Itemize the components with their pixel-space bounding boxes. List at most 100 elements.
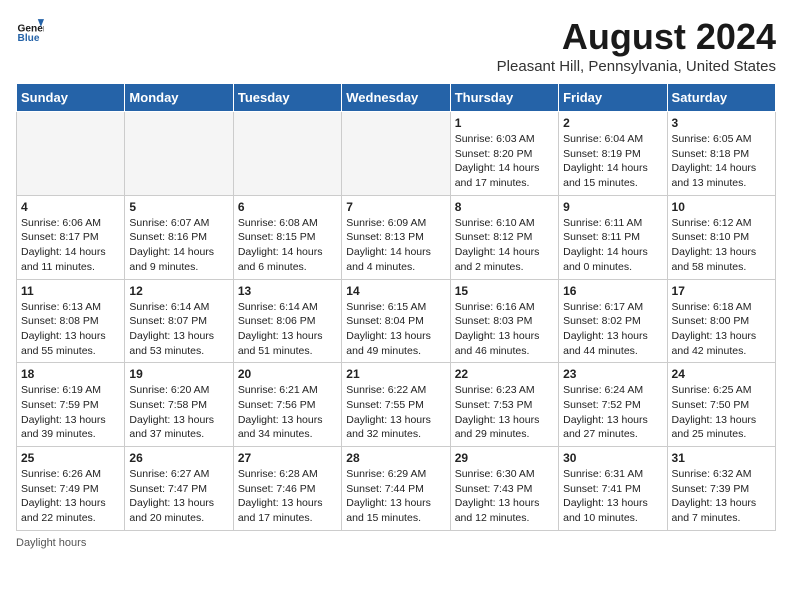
day-number: 12	[129, 284, 228, 298]
day-number: 27	[238, 451, 337, 465]
calendar-week-row: 1Sunrise: 6:03 AM Sunset: 8:20 PM Daylig…	[17, 112, 776, 196]
calendar-body: 1Sunrise: 6:03 AM Sunset: 8:20 PM Daylig…	[17, 112, 776, 531]
calendar-day-cell: 27 Sunrise: 6:28 AM Sunset: 7:46 PM Dayli…	[233, 447, 341, 531]
day-info: Sunrise: 6:05 AM Sunset: 8:18 PM Dayligh…	[672, 132, 771, 191]
day-info: Sunrise: 6:09 AM Sunset: 8:13 PM Dayligh…	[346, 216, 445, 275]
location: Pleasant Hill, Pennsylvania, United Stat…	[497, 58, 776, 75]
calendar-day-cell: 30 Sunrise: 6:31 AM Sunset: 7:41 PM Dayli…	[559, 447, 667, 531]
calendar-day-cell: 15Sunrise: 6:16 AM Sunset: 8:03 PM Dayli…	[450, 279, 558, 363]
calendar-day-cell: 6Sunrise: 6:08 AM Sunset: 8:15 PM Daylig…	[233, 195, 341, 279]
calendar-day-cell: 1Sunrise: 6:03 AM Sunset: 8:20 PM Daylig…	[450, 112, 558, 196]
day-number: 18	[21, 367, 120, 381]
day-number: 4	[21, 200, 120, 214]
calendar-header-cell: Tuesday	[233, 84, 341, 112]
calendar-week-row: 18 Sunrise: 6:19 AM Sunset: 7:59 PM Dayli…	[17, 363, 776, 447]
day-number: 7	[346, 200, 445, 214]
calendar-day-cell	[233, 112, 341, 196]
day-info: Sunrise: 6:31 AM Sunset: 7:41 PM Dayligh…	[563, 467, 662, 526]
logo-icon: General Blue	[16, 16, 44, 44]
day-info: Sunrise: 6:14 AM Sunset: 8:06 PM Dayligh…	[238, 300, 337, 359]
day-info: Sunrise: 6:20 AM Sunset: 7:58 PM Dayligh…	[129, 383, 228, 442]
day-number: 25	[21, 451, 120, 465]
day-number: 20	[238, 367, 337, 381]
day-info: Sunrise: 6:04 AM Sunset: 8:19 PM Dayligh…	[563, 132, 662, 191]
day-info: Sunrise: 6:12 AM Sunset: 8:10 PM Dayligh…	[672, 216, 771, 275]
day-number: 14	[346, 284, 445, 298]
day-info: Sunrise: 6:25 AM Sunset: 7:50 PM Dayligh…	[672, 383, 771, 442]
day-info: Sunrise: 6:22 AM Sunset: 7:55 PM Dayligh…	[346, 383, 445, 442]
calendar-table: SundayMondayTuesdayWednesdayThursdayFrid…	[16, 83, 776, 531]
day-number: 31	[672, 451, 771, 465]
day-number: 11	[21, 284, 120, 298]
calendar-day-cell: 18 Sunrise: 6:19 AM Sunset: 7:59 PM Dayli…	[17, 363, 125, 447]
day-number: 30	[563, 451, 662, 465]
calendar-day-cell	[342, 112, 450, 196]
calendar-day-cell: 28 Sunrise: 6:29 AM Sunset: 7:44 PM Dayli…	[342, 447, 450, 531]
day-info: Sunrise: 6:32 AM Sunset: 7:39 PM Dayligh…	[672, 467, 771, 526]
calendar-day-cell: 23 Sunrise: 6:24 AM Sunset: 7:52 PM Dayli…	[559, 363, 667, 447]
day-number: 2	[563, 116, 662, 130]
footer-note: Daylight hours	[16, 537, 776, 549]
day-info: Sunrise: 6:06 AM Sunset: 8:17 PM Dayligh…	[21, 216, 120, 275]
calendar-header-cell: Saturday	[667, 84, 775, 112]
calendar-week-row: 11 Sunrise: 6:13 AM Sunset: 8:08 PM Dayli…	[17, 279, 776, 363]
calendar-day-cell: 9Sunrise: 6:11 AM Sunset: 8:11 PM Daylig…	[559, 195, 667, 279]
svg-text:Blue: Blue	[18, 33, 40, 44]
day-info: Sunrise: 6:24 AM Sunset: 7:52 PM Dayligh…	[563, 383, 662, 442]
calendar-header-cell: Friday	[559, 84, 667, 112]
title-area: August 2024 Pleasant Hill, Pennsylvania,…	[497, 16, 776, 75]
day-info: Sunrise: 6:13 AM Sunset: 8:08 PM Dayligh…	[21, 300, 120, 359]
day-number: 15	[455, 284, 554, 298]
day-number: 26	[129, 451, 228, 465]
day-info: Sunrise: 6:17 AM Sunset: 8:02 PM Dayligh…	[563, 300, 662, 359]
calendar-day-cell: 20 Sunrise: 6:21 AM Sunset: 7:56 PM Dayli…	[233, 363, 341, 447]
day-number: 24	[672, 367, 771, 381]
calendar-day-cell: 19 Sunrise: 6:20 AM Sunset: 7:58 PM Dayli…	[125, 363, 233, 447]
calendar-header-cell: Wednesday	[342, 84, 450, 112]
day-number: 1	[455, 116, 554, 130]
calendar-day-cell: 17Sunrise: 6:18 AM Sunset: 8:00 PM Dayli…	[667, 279, 775, 363]
day-number: 6	[238, 200, 337, 214]
calendar-header-cell: Sunday	[17, 84, 125, 112]
calendar-header-cell: Thursday	[450, 84, 558, 112]
calendar-day-cell: 10 Sunrise: 6:12 AM Sunset: 8:10 PM Dayli…	[667, 195, 775, 279]
calendar-day-cell: 12 Sunrise: 6:14 AM Sunset: 8:07 PM Dayli…	[125, 279, 233, 363]
calendar-day-cell: 24 Sunrise: 6:25 AM Sunset: 7:50 PM Dayli…	[667, 363, 775, 447]
month-year: August 2024	[497, 16, 776, 58]
day-number: 23	[563, 367, 662, 381]
day-number: 10	[672, 200, 771, 214]
day-info: Sunrise: 6:30 AM Sunset: 7:43 PM Dayligh…	[455, 467, 554, 526]
calendar-header-cell: Monday	[125, 84, 233, 112]
calendar-day-cell: 14Sunrise: 6:15 AM Sunset: 8:04 PM Dayli…	[342, 279, 450, 363]
calendar-header-row: SundayMondayTuesdayWednesdayThursdayFrid…	[17, 84, 776, 112]
day-info: Sunrise: 6:29 AM Sunset: 7:44 PM Dayligh…	[346, 467, 445, 526]
calendar-day-cell: 22Sunrise: 6:23 AM Sunset: 7:53 PM Dayli…	[450, 363, 558, 447]
day-info: Sunrise: 6:14 AM Sunset: 8:07 PM Dayligh…	[129, 300, 228, 359]
day-info: Sunrise: 6:21 AM Sunset: 7:56 PM Dayligh…	[238, 383, 337, 442]
calendar-day-cell: 26Sunrise: 6:27 AM Sunset: 7:47 PM Dayli…	[125, 447, 233, 531]
calendar-day-cell: 11 Sunrise: 6:13 AM Sunset: 8:08 PM Dayli…	[17, 279, 125, 363]
calendar-week-row: 25Sunrise: 6:26 AM Sunset: 7:49 PM Dayli…	[17, 447, 776, 531]
calendar-day-cell: 2 Sunrise: 6:04 AM Sunset: 8:19 PM Daylig…	[559, 112, 667, 196]
day-number: 5	[129, 200, 228, 214]
day-info: Sunrise: 6:28 AM Sunset: 7:46 PM Dayligh…	[238, 467, 337, 526]
calendar-day-cell: 29 Sunrise: 6:30 AM Sunset: 7:43 PM Dayli…	[450, 447, 558, 531]
day-number: 3	[672, 116, 771, 130]
calendar-day-cell: 13Sunrise: 6:14 AM Sunset: 8:06 PM Dayli…	[233, 279, 341, 363]
calendar-day-cell: 4 Sunrise: 6:06 AM Sunset: 8:17 PM Daylig…	[17, 195, 125, 279]
day-number: 28	[346, 451, 445, 465]
calendar-day-cell: 7 Sunrise: 6:09 AM Sunset: 8:13 PM Daylig…	[342, 195, 450, 279]
day-number: 21	[346, 367, 445, 381]
calendar-day-cell: 5Sunrise: 6:07 AM Sunset: 8:16 PM Daylig…	[125, 195, 233, 279]
day-number: 9	[563, 200, 662, 214]
day-info: Sunrise: 6:19 AM Sunset: 7:59 PM Dayligh…	[21, 383, 120, 442]
day-number: 16	[563, 284, 662, 298]
header: General Blue August 2024 Pleasant Hill, …	[16, 16, 776, 75]
calendar-day-cell: 8Sunrise: 6:10 AM Sunset: 8:12 PM Daylig…	[450, 195, 558, 279]
calendar-day-cell: 3 Sunrise: 6:05 AM Sunset: 8:18 PM Daylig…	[667, 112, 775, 196]
day-number: 19	[129, 367, 228, 381]
calendar-week-row: 4 Sunrise: 6:06 AM Sunset: 8:17 PM Daylig…	[17, 195, 776, 279]
day-number: 8	[455, 200, 554, 214]
day-number: 17	[672, 284, 771, 298]
day-number: 29	[455, 451, 554, 465]
